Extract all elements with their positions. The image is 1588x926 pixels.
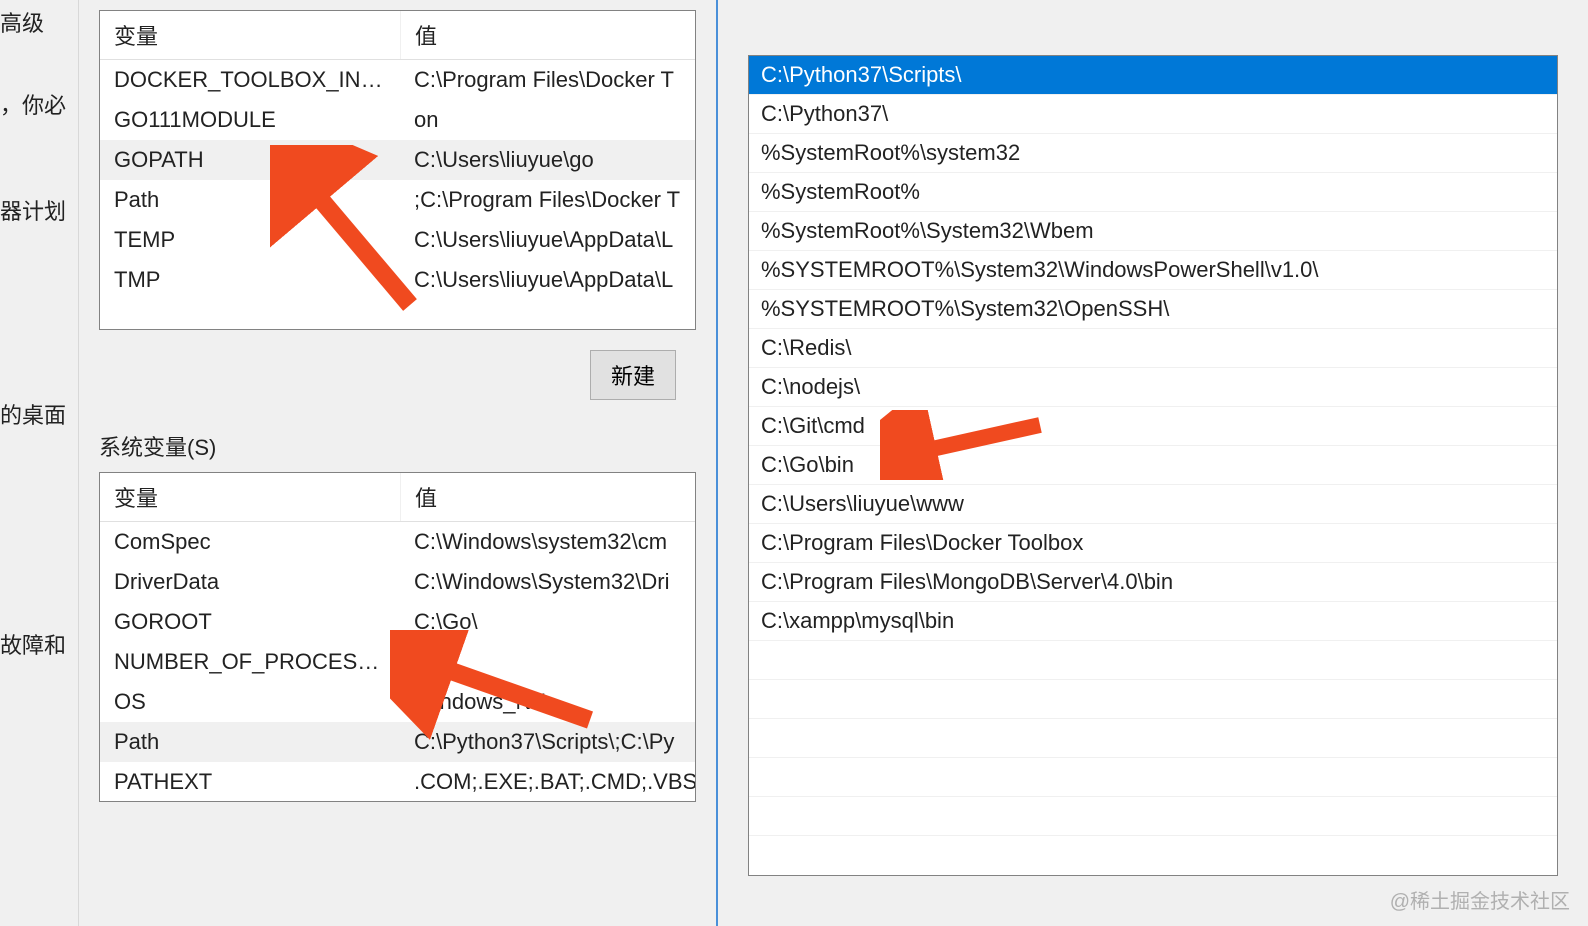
var-name: OS — [100, 689, 400, 715]
var-value: ;C:\Program Files\Docker T — [400, 187, 695, 213]
system-vars-table[interactable]: 变量 值 ComSpec C:\Windows\system32\cm Driv… — [99, 472, 696, 802]
new-button[interactable]: 新建 — [590, 350, 676, 400]
var-name: NUMBER_OF_PROCESSORS — [100, 649, 400, 675]
var-name: ComSpec — [100, 529, 400, 555]
side-frag-3: 器计划 — [0, 194, 72, 226]
var-name: TMP — [100, 267, 400, 293]
user-vars-table[interactable]: 变量 值 DOCKER_TOOLBOX_INST... C:\Program F… — [99, 10, 696, 330]
path-item-blank[interactable] — [749, 680, 1557, 719]
col-header-value[interactable]: 值 — [400, 11, 695, 59]
var-value: C:\Go\ — [400, 609, 695, 635]
side-frag-advanced: 高级 — [0, 6, 72, 38]
side-frag-2: ，你必 — [0, 88, 72, 120]
path-item[interactable]: C:\Redis\ — [749, 329, 1557, 368]
path-item[interactable]: %SystemRoot% — [749, 173, 1557, 212]
col-header-variable[interactable]: 变量 — [100, 473, 400, 521]
var-name: PATHEXT — [100, 769, 400, 795]
table-row[interactable]: ComSpec C:\Windows\system32\cm — [100, 522, 695, 562]
var-name: DriverData — [100, 569, 400, 595]
var-value: on — [400, 107, 695, 133]
table-row[interactable]: TEMP C:\Users\liuyue\AppData\L — [100, 220, 695, 260]
path-item[interactable]: C:\Program Files\MongoDB\Server\4.0\bin — [749, 563, 1557, 602]
table-row[interactable]: TMP C:\Users\liuyue\AppData\L — [100, 260, 695, 300]
table-row[interactable]: PATHEXT .COM;.EXE;.BAT;.CMD;.VBS — [100, 762, 695, 802]
table-row[interactable]: Path C:\Python37\Scripts\;C:\Py — [100, 722, 695, 762]
side-frag-5: 故障和 — [0, 628, 72, 660]
var-value: .COM;.EXE;.BAT;.CMD;.VBS — [400, 769, 695, 795]
path-editor-dialog: C:\Python37\Scripts\ C:\Python37\ %Syste… — [716, 0, 1588, 926]
var-value: C:\Users\liuyue\go — [400, 147, 695, 173]
table-row[interactable]: OS Windows_NT — [100, 682, 695, 722]
var-name: GOPATH — [100, 147, 400, 173]
path-item[interactable]: %SystemRoot%\System32\Wbem — [749, 212, 1557, 251]
table-row[interactable]: Path ;C:\Program Files\Docker T — [100, 180, 695, 220]
table-row[interactable]: GO111MODULE on — [100, 100, 695, 140]
col-header-variable[interactable]: 变量 — [100, 11, 400, 59]
path-item[interactable]: C:\Git\cmd — [749, 407, 1557, 446]
path-item[interactable]: %SYSTEMROOT%\System32\OpenSSH\ — [749, 290, 1557, 329]
path-item[interactable]: C:\Python37\ — [749, 95, 1557, 134]
var-name: TEMP — [100, 227, 400, 253]
var-value: C:\Users\liuyue\AppData\L — [400, 267, 695, 293]
path-item[interactable]: C:\nodejs\ — [749, 368, 1557, 407]
watermark: @稀土掘金技术社区 — [1390, 885, 1570, 914]
var-value: C:\Windows\system32\cm — [400, 529, 695, 555]
table-row[interactable]: DOCKER_TOOLBOX_INST... C:\Program Files\… — [100, 60, 695, 100]
table-row[interactable]: GOPATH C:\Users\liuyue\go — [100, 140, 695, 180]
path-item-blank[interactable] — [749, 797, 1557, 836]
path-item[interactable]: C:\Python37\Scripts\ — [749, 56, 1557, 95]
env-vars-dialog: 变量 值 DOCKER_TOOLBOX_INST... C:\Program F… — [78, 0, 716, 926]
var-name: GO111MODULE — [100, 107, 400, 133]
var-value: C:\Python37\Scripts\;C:\Py — [400, 729, 695, 755]
path-item[interactable]: %SYSTEMROOT%\System32\WindowsPowerShell\… — [749, 251, 1557, 290]
var-name: GOROOT — [100, 609, 400, 635]
var-value: 4 — [400, 649, 695, 675]
path-item-blank[interactable] — [749, 719, 1557, 758]
path-item[interactable]: C:\Go\bin — [749, 446, 1557, 485]
table-row[interactable]: NUMBER_OF_PROCESSORS 4 — [100, 642, 695, 682]
path-list[interactable]: C:\Python37\Scripts\ C:\Python37\ %Syste… — [748, 55, 1558, 876]
var-value: Windows_NT — [400, 689, 695, 715]
path-item-blank[interactable] — [749, 758, 1557, 797]
path-item-blank[interactable] — [749, 641, 1557, 680]
table-row[interactable]: GOROOT C:\Go\ — [100, 602, 695, 642]
system-vars-label: 系统变量(S) — [99, 430, 716, 462]
var-name: DOCKER_TOOLBOX_INST... — [100, 67, 400, 93]
side-frag-4: 的桌面 — [0, 398, 72, 430]
path-item[interactable]: C:\Program Files\Docker Toolbox — [749, 524, 1557, 563]
var-value: C:\Users\liuyue\AppData\L — [400, 227, 695, 253]
path-item-blank[interactable] — [749, 836, 1557, 875]
path-item[interactable]: C:\xampp\mysql\bin — [749, 602, 1557, 641]
col-header-value[interactable]: 值 — [400, 473, 695, 521]
path-item[interactable]: C:\Users\liuyue\www — [749, 485, 1557, 524]
system-vars-body: ComSpec C:\Windows\system32\cm DriverDat… — [100, 522, 695, 802]
user-vars-body: DOCKER_TOOLBOX_INST... C:\Program Files\… — [100, 60, 695, 300]
table-row[interactable]: DriverData C:\Windows\System32\Dri — [100, 562, 695, 602]
var-name: Path — [100, 729, 400, 755]
var-value: C:\Windows\System32\Dri — [400, 569, 695, 595]
var-value: C:\Program Files\Docker T — [400, 67, 695, 93]
var-name: Path — [100, 187, 400, 213]
path-item[interactable]: %SystemRoot%\system32 — [749, 134, 1557, 173]
